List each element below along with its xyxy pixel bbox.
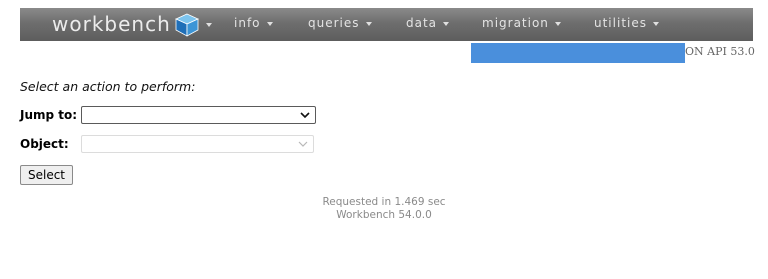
nav-data[interactable]: data	[406, 8, 450, 41]
object-select[interactable]	[81, 135, 314, 153]
request-time-text: Requested in 1.469 sec	[322, 196, 446, 208]
nav-utilities[interactable]: utilities	[594, 8, 659, 41]
caret-down-icon	[653, 21, 659, 26]
cube-icon	[174, 13, 199, 37]
nav-migration-label: migration	[482, 16, 549, 30]
workbench-logo[interactable]: workbench	[52, 12, 212, 37]
object-label: Object:	[20, 137, 69, 151]
caret-down-icon	[554, 21, 561, 26]
select-button[interactable]: Select	[20, 165, 73, 185]
redacted-user-bar	[471, 43, 685, 63]
api-version-text: ON API 53.0	[685, 45, 755, 58]
nav-migration[interactable]: migration	[482, 8, 561, 41]
nav-utilities-label: utilities	[594, 16, 647, 30]
caret-down-icon	[266, 21, 273, 26]
nav-data-label: data	[406, 16, 438, 30]
action-prompt: Select an action to perform:	[20, 79, 196, 94]
nav-info-label: info	[234, 16, 261, 30]
caret-down-icon	[443, 21, 450, 26]
logo-text: workbench	[52, 12, 171, 36]
caret-down-icon	[205, 22, 212, 27]
caret-down-icon	[365, 21, 372, 26]
chevron-down-icon	[300, 112, 310, 119]
nav-queries-label: queries	[308, 16, 360, 30]
workbench-version-text: Workbench 54.0.0	[336, 209, 432, 221]
page-footer: Requested in 1.469 sec Workbench 54.0.0	[0, 196, 768, 222]
top-navbar: workbench info queries data migration ut…	[20, 8, 753, 41]
jump-to-label: Jump to:	[20, 108, 78, 122]
nav-queries[interactable]: queries	[308, 8, 372, 41]
chevron-down-icon	[298, 141, 308, 147]
nav-info[interactable]: info	[234, 8, 273, 41]
jump-to-select[interactable]	[81, 106, 316, 124]
